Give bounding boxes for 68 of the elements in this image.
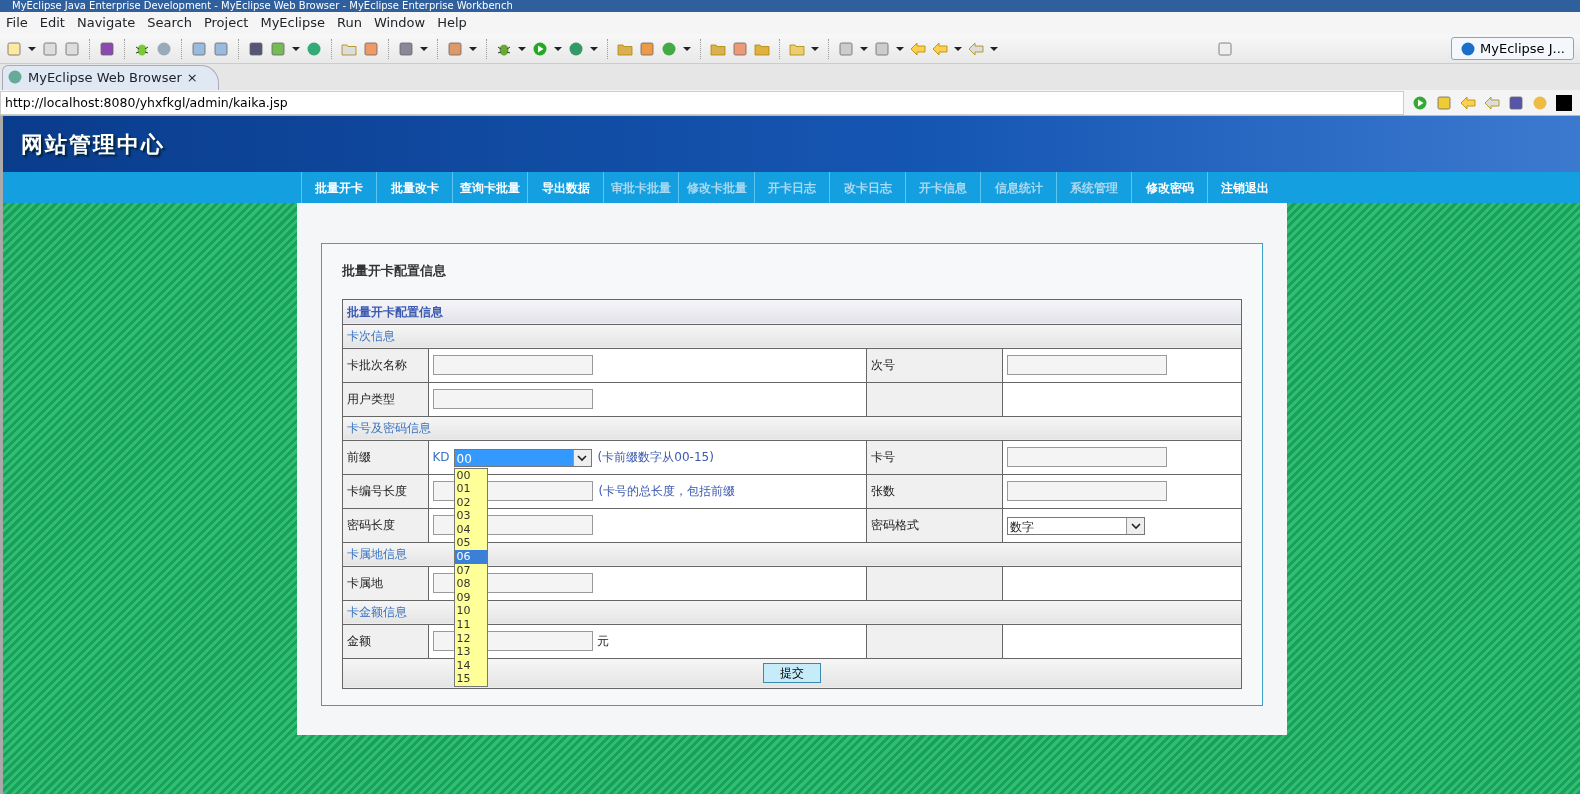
field-label: 卡编号长度 xyxy=(346,484,407,499)
dropdown-option[interactable]: 00 xyxy=(454,468,487,483)
menu-item[interactable]: Window xyxy=(367,13,432,33)
editor-tab[interactable]: MyEclipse Web Browser × xyxy=(2,64,219,90)
forward-icon[interactable] xyxy=(968,40,984,57)
dropdown-option[interactable]: 05 xyxy=(454,536,487,551)
dropdown-option[interactable]: 07 xyxy=(454,563,487,578)
hint-text: (卡号的总长度，包括前缀 xyxy=(598,484,736,499)
dropdown-option[interactable]: 14 xyxy=(454,658,487,673)
menu-item[interactable]: Navigate xyxy=(70,13,142,33)
field-label: 张数 xyxy=(871,484,896,499)
menu-item[interactable]: File xyxy=(0,13,34,33)
menu-item[interactable]: Edit xyxy=(33,13,71,33)
menu-item[interactable]: MyEclipse xyxy=(254,13,331,33)
menu-item[interactable]: Search xyxy=(141,13,198,33)
menu-item[interactable]: Run xyxy=(330,13,368,33)
chevron-down-icon xyxy=(1130,520,1141,531)
hint-text: (卡前缀数字从00-15) xyxy=(597,450,714,464)
dropdown-option[interactable]: 03 xyxy=(454,509,487,523)
back-icon[interactable] xyxy=(910,40,926,57)
tab-label: MyEclipse Web Browser xyxy=(28,68,182,87)
prefix-label: KD xyxy=(432,450,450,464)
field-label: 密码格式 xyxy=(871,518,920,533)
go-icon[interactable] xyxy=(1412,94,1428,111)
site-title: 网站管理中心 xyxy=(21,130,165,159)
form-heading: 批量开卡配置信息 xyxy=(341,262,447,280)
field-label: 用户类型 xyxy=(346,392,395,407)
perspective-button[interactable]: MyEclipse J... xyxy=(1451,36,1574,61)
dropdown-option[interactable]: 10 xyxy=(454,604,487,619)
input-field[interactable] xyxy=(1007,481,1168,502)
back-icon[interactable] xyxy=(1460,94,1476,111)
field-label: 密码长度 xyxy=(346,518,395,533)
dropdown-option[interactable]: 08 xyxy=(454,577,487,591)
field-label: 次号 xyxy=(871,358,896,373)
window-title: MyEclipse Java Enterprise Development - MyEclipse Web Browser - MyEclipse Enterprise Workbench xyxy=(0,0,1580,12)
unit-label: 元 xyxy=(596,634,609,649)
menu-item[interactable]: Help xyxy=(431,13,473,33)
dropdown-option[interactable]: 11 xyxy=(454,618,487,632)
table-title: 批量开卡配置信息 xyxy=(342,299,1241,325)
url-field[interactable]: http://localhost:8080/yhxfkgl/admin/kaika.jsp xyxy=(0,90,1404,115)
forward-icon[interactable] xyxy=(1484,94,1500,111)
dropdown-option[interactable]: 13 xyxy=(454,645,487,659)
dropdown-option[interactable]: 06 xyxy=(454,550,487,564)
dropdown-option[interactable]: 12 xyxy=(454,631,487,646)
section-title: 卡次信息 xyxy=(342,324,1241,349)
input-field[interactable] xyxy=(1007,447,1168,468)
field-label: 前缀 xyxy=(346,450,371,465)
input-field[interactable] xyxy=(432,355,593,376)
chevron-down-icon xyxy=(577,452,588,463)
dropdown-option[interactable]: 09 xyxy=(454,590,487,605)
field-label: 卡属地 xyxy=(346,576,383,591)
dropdown-option[interactable]: 04 xyxy=(454,522,487,537)
dropdown-option[interactable]: 15 xyxy=(454,672,487,686)
submit-button[interactable]: 提交 xyxy=(762,663,821,684)
back-icon[interactable] xyxy=(932,40,948,57)
menu-item[interactable]: Project xyxy=(197,13,255,33)
square-icon[interactable] xyxy=(1556,94,1572,111)
input-field[interactable] xyxy=(432,389,593,410)
section-title: 卡号及密码信息 xyxy=(342,416,1241,441)
field-label: 卡批次名称 xyxy=(346,358,407,373)
select-field[interactable]: 数字 xyxy=(1007,516,1146,535)
run-icon[interactable] xyxy=(532,40,548,57)
close-icon[interactable]: × xyxy=(186,67,198,87)
field-label: 卡号 xyxy=(871,450,896,465)
dropdown-option[interactable]: 01 xyxy=(454,482,487,496)
dropdown-option[interactable]: 02 xyxy=(454,495,487,510)
field-label: 金额 xyxy=(346,634,371,649)
input-field[interactable] xyxy=(1007,355,1168,376)
